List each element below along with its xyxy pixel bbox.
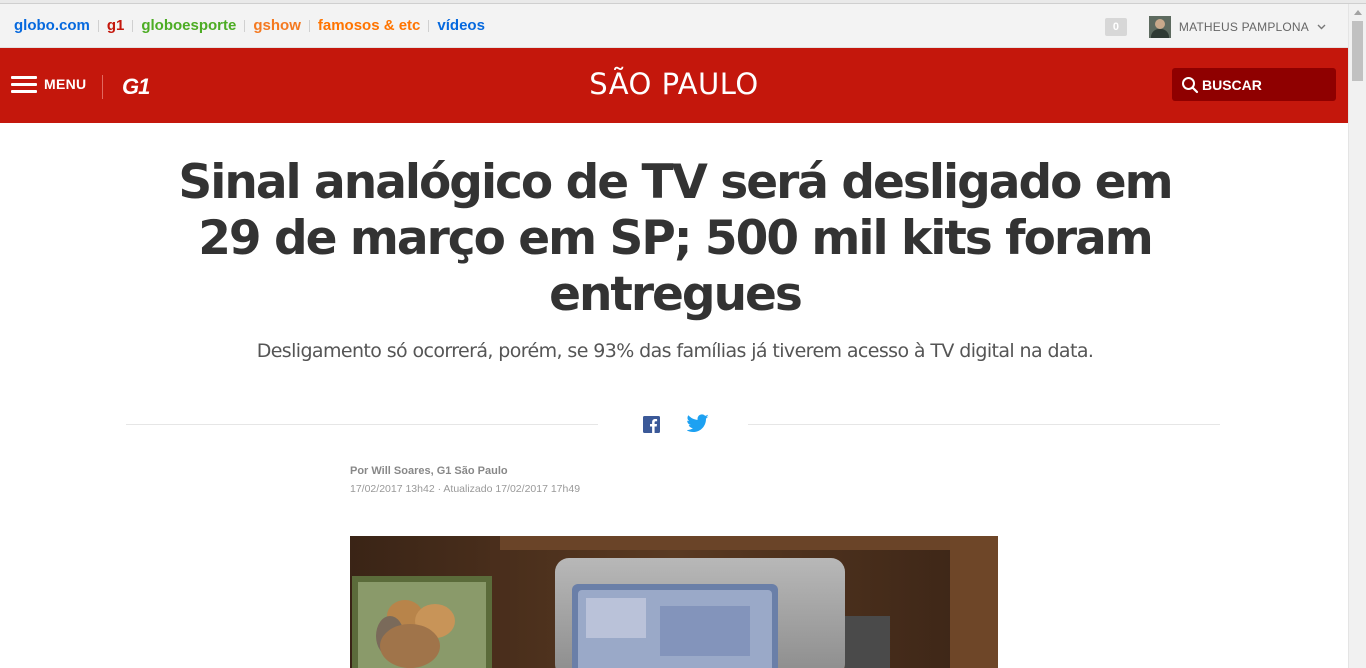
search-label: BUSCAR [1202,76,1262,93]
photo-illustration [350,536,998,668]
g1-header: MENU G1 SÃO PAULO BUSCAR [0,48,1348,123]
avatar[interactable] [1148,16,1171,38]
article-headline: Sinal analógico de TV será desligado em … [178,155,1173,322]
link-gshow[interactable]: gshow [253,17,301,34]
article-photo[interactable] [350,536,998,668]
link-globo-com[interactable]: globo.com [14,17,90,34]
notification-badge[interactable]: 0 [1104,18,1127,36]
link-separator [244,19,246,32]
link-separator [428,19,430,32]
link-separator [132,19,134,32]
search-icon [1182,76,1199,93]
browser-window: globo.com g1 globoesporte gshow famosos … [0,0,1366,668]
link-famosos[interactable]: famosos & etc [318,17,421,34]
user-name[interactable]: MATHEUS PAMPLONA [1179,20,1309,34]
article-byline: Por Will Soares, G1 São Paulo [350,465,508,477]
scroll-up-arrow-icon[interactable] [1349,4,1366,21]
section-title[interactable]: SÃO PAULO [0,67,1348,101]
facebook-icon[interactable] [643,416,660,433]
link-separator [97,19,99,32]
search-button[interactable]: BUSCAR [1172,68,1336,101]
article-timestamp: 17/02/2017 13h42 · Atualizado 17/02/2017… [350,483,581,495]
scrollbar-thumb[interactable] [1352,21,1363,81]
link-separator [308,19,310,32]
globo-top-bar: globo.com g1 globoesporte gshow famosos … [0,4,1348,48]
link-g1[interactable]: g1 [107,17,125,34]
link-videos[interactable]: vídeos [437,17,485,34]
twitter-icon[interactable] [687,414,709,433]
user-menu[interactable]: 0 MATHEUS PAMPLONA [1104,16,1326,38]
divider [126,424,598,425]
link-globoesporte[interactable]: globoesporte [141,17,236,34]
globo-portal-links: globo.com g1 globoesporte gshow famosos … [14,17,485,34]
chevron-down-icon[interactable] [1317,22,1326,33]
page-scrollbar[interactable] [1348,4,1366,668]
divider [748,424,1220,425]
article-subhead: Desligamento só ocorrerá, porém, se 93% … [256,340,1094,362]
